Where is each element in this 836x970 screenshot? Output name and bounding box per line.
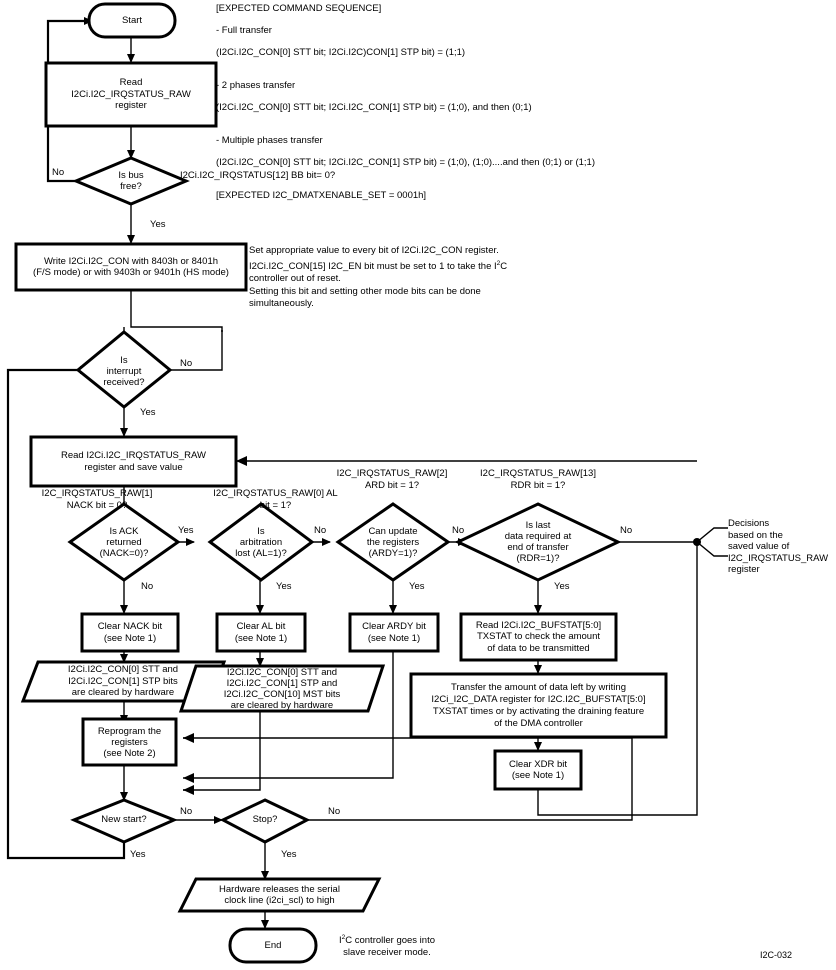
annotation-bus-free-condition: I2Ci.I2C_IRQSTATUS[12] BB bit= 0?: [180, 170, 336, 181]
write-con-note-line-3: Setting this bit and setting other mode …: [249, 285, 481, 297]
figure-id: I2C-032: [760, 950, 793, 960]
annotation-ardy-condition: I2C_IRQSTATUS_RAW[2] ARD bit = 1?: [336, 468, 448, 491]
node-write-con-label: Write I2Ci.I2C_CON with 8403h or 8401h (…: [33, 255, 229, 279]
edge-label-stop-no: No: [328, 806, 341, 817]
annotation-nack-condition: I2C_IRQSTATUS_RAW[1] NACK bit = 0?: [41, 488, 153, 511]
notes-line-2: (I2Ci.I2C_CON[0] STT bit; I2Ci.I2C)CON[1…: [216, 47, 466, 58]
notes-line-1: - Full transfer: [216, 25, 272, 36]
node-is-arbitration-label: Is arbitration lost (AL=1)?: [235, 525, 287, 559]
edge-label-new-start-yes: Yes: [130, 849, 146, 860]
edge-label-ardy-no: No: [452, 525, 465, 536]
node-is-interrupt-label: Is interrupt received?: [103, 354, 145, 388]
edge-label-interrupt-yes: Yes: [140, 407, 156, 418]
node-start-label: Start: [121, 14, 143, 26]
node-read-bufstat-label: Read I2Ci.I2C_BUFSTAT[5:0] TXSTAT to che…: [475, 619, 602, 654]
write-con-note-line-1: I2Ci.I2C_CON[15] I2C_EN bit must be set …: [249, 259, 508, 272]
edge-label-ack-no: No: [141, 581, 154, 592]
notes-line-0: [EXPECTED COMMAND SEQUENCE]: [216, 3, 382, 14]
node-is-last-data-label: Is last data required at end of transfer…: [504, 520, 572, 564]
annotation-decisions-note: Decisions based on the saved value of I2…: [728, 518, 829, 575]
node-clear-nack-label: Clear NACK bit (see Note 1): [97, 621, 163, 644]
edge-label-rdr-no: No: [620, 525, 633, 536]
edge-label-new-start-no: No: [180, 806, 193, 817]
annotation-write-con-note: Set appropriate value to every bit of I2…: [249, 245, 507, 311]
edge-label-ack-yes: Yes: [178, 525, 194, 536]
edge-label-ardy-yes: Yes: [409, 581, 425, 592]
node-reprogram-label: Reprogram the registers (see Note 2): [97, 725, 162, 759]
node-hw-releases-scl-label: Hardware releases the serial clock line …: [219, 883, 340, 907]
node-hw-clears-stt-stp-mst-label: I2Ci.I2C_CON[0] STT and I2Ci.I2C_CON[1] …: [223, 666, 341, 711]
node-clear-ardy-label: Clear ARDY bit (see Note 1): [362, 621, 426, 644]
node-stop-label: Stop?: [252, 814, 278, 826]
node-new-start-label: New start?: [101, 814, 147, 826]
node-is-bus-free-label: Is bus free?: [118, 169, 144, 193]
edge-label-arbitration-yes: Yes: [276, 581, 292, 592]
annotation-end-note: I2C controller goes into slave receiver m…: [338, 934, 436, 959]
node-transfer-data-label: Transfer the amount of data left by writ…: [431, 681, 646, 729]
node-clear-xdr-label: Clear XDR bit (see Note 1): [508, 758, 568, 782]
notes-line-8: (I2Ci.I2C_CON[0] STT bit; I2Ci.I2C_CON[1…: [216, 157, 595, 168]
annotation-rdr-condition: I2C_IRQSTATUS_RAW[13] RDR bit = 1?: [480, 468, 596, 491]
node-read-irqstatus-label: Read I2Ci.I2C_IRQSTATUS_RAW register: [71, 77, 191, 112]
node-can-update-label: Can update the registers (ARDY=1)?: [366, 525, 420, 559]
node-clear-al-label: Clear AL bit (see Note 1): [234, 621, 288, 644]
notes-line-7: - Multiple phases transfer: [216, 135, 323, 146]
notes-line-5: (I2Ci.I2C_CON[0] STT bit; I2Ci.I2C_CON[1…: [216, 102, 532, 113]
node-read-save-label: Read I2Ci.I2C_IRQSTATUS_RAW register and…: [60, 450, 206, 473]
node-is-ack-label: Is ACK returned (NACK=0)?: [99, 525, 149, 559]
notes-line-4: - 2 phases transfer: [216, 80, 296, 91]
node-end-label: End: [264, 939, 282, 951]
edge-label-bus-free-yes: Yes: [150, 219, 166, 230]
notes-line-10: [EXPECTED I2C_DMATXENABLE_SET = 0001h]: [216, 190, 427, 201]
write-con-note-line-2: controller out of reset.: [249, 273, 341, 285]
flowchart-canvas: Start Read I2Ci.I2C_IRQSTATUS_RAW regist…: [0, 0, 836, 970]
write-con-note-line-4: simultaneously.: [249, 298, 314, 310]
edge-label-stop-yes: Yes: [281, 849, 297, 860]
edge-label-rdr-yes: Yes: [554, 581, 570, 592]
write-con-note-line-0: Set appropriate value to every bit of I2…: [249, 245, 499, 256]
edge-label-bus-free-no: No: [52, 167, 65, 178]
edge-label-arbitration-no: No: [314, 525, 327, 536]
edge-label-interrupt-no: No: [180, 358, 193, 369]
